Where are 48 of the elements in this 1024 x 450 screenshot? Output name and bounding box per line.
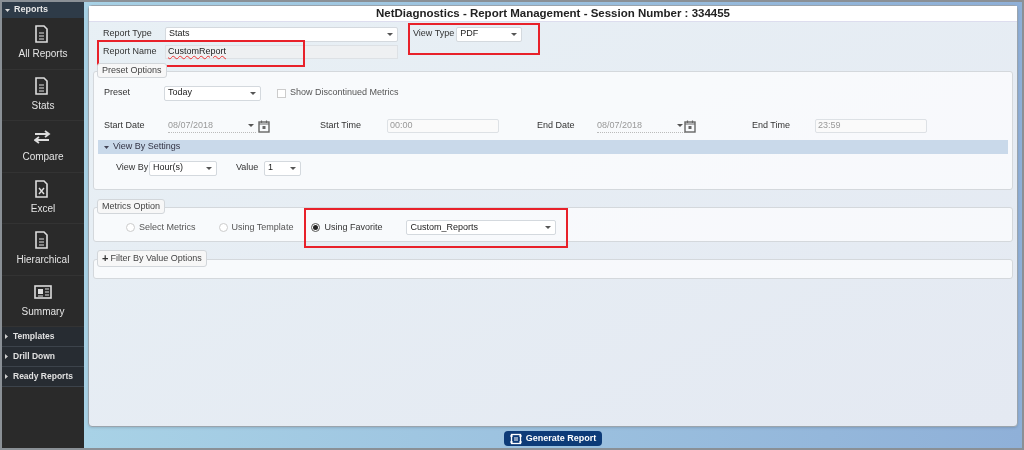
calendar-icon [684,119,696,133]
triangle-icon [4,354,9,359]
field-label: Value [236,161,260,175]
field-label: Preset [104,86,131,100]
triangle-icon [4,334,9,339]
newspaper-icon [34,282,52,301]
checkbox-label: Show Discontinued Metrics [290,86,399,100]
section-legend: Metrics Option [97,199,166,214]
dropdown[interactable]: Hour(s) [149,160,217,176]
radio-label: Using Favorite [324,220,383,234]
caret-icon [250,91,256,95]
field-label: Report Type [103,27,153,41]
dropdown[interactable]: 1 [264,160,301,176]
report-icon [509,432,522,445]
field-label: Report Name [103,45,158,59]
dropdown[interactable]: Today [164,85,261,101]
section-legend: Preset Options [97,63,167,78]
settings-bar[interactable]: View By Settings [98,140,1008,154]
caret-icon [677,124,683,127]
field-label: View Type [413,27,455,41]
dropdown[interactable]: Custom_Reports [406,220,557,235]
caret-icon [290,166,296,170]
caret-icon [387,32,393,36]
caret-icon [545,226,552,229]
field-label: Start Time [320,119,362,133]
radio-label: Select Metrics [139,220,196,234]
radio-button[interactable] [311,223,321,232]
field-label: View By [116,161,149,175]
filter-button[interactable]: + Filter By Value Options [97,250,207,267]
calendar-icon [258,119,270,133]
dropdown[interactable]: PDF [456,26,523,42]
field-label: Start Date [104,119,146,133]
caret-icon [248,124,254,127]
input-field[interactable]: CustomReport [165,45,398,59]
dropdown[interactable]: Stats [165,26,398,42]
arrows-icon [34,128,52,147]
field-label: End Date [537,119,576,133]
radio-label: Using Template [231,220,294,234]
triangle-icon [4,374,9,379]
sidebar-section[interactable]: Ready Reports [2,367,84,387]
field-label: End Time [752,119,792,133]
caret-icon [206,166,212,170]
checkbox[interactable] [277,88,286,98]
generate-report-button[interactable]: Generate Report [503,431,603,446]
sidebar-section[interactable]: Templates [2,327,84,347]
sidebar-section[interactable]: Drill Down [2,347,84,367]
window-title: NetDiagnostics - Report Management - Session Number : 334455 [375,5,730,21]
caret-icon [511,32,518,36]
